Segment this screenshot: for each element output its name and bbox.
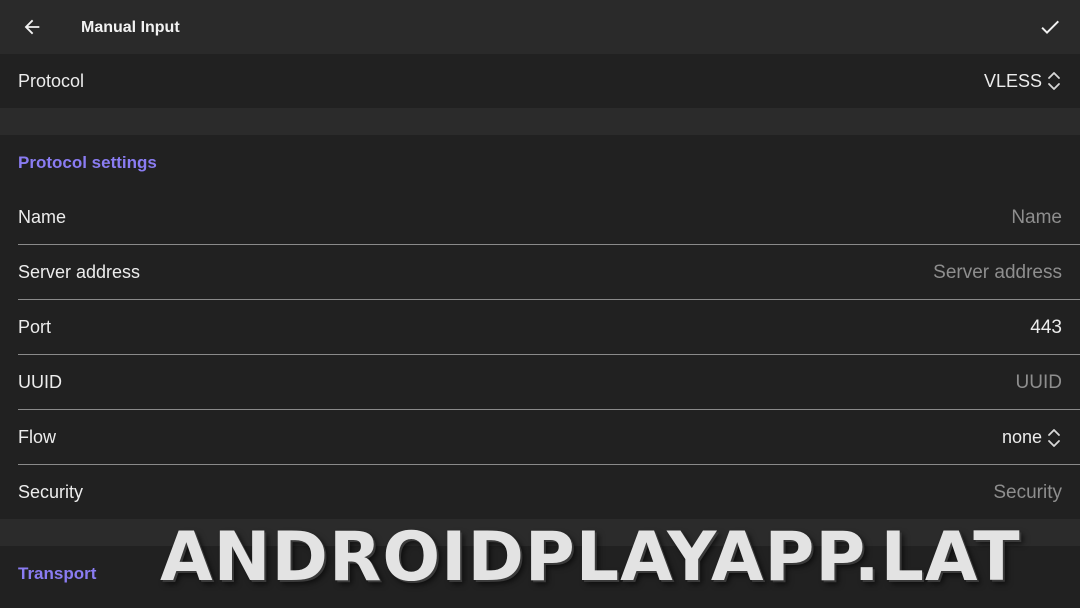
arrow-left-icon — [24, 19, 40, 35]
top-app-bar: Manual Input — [0, 0, 1080, 54]
field-label: Name — [18, 207, 67, 227]
field-label: Server address — [18, 262, 141, 282]
field-row-server-address[interactable]: Server address Server address — [0, 245, 1080, 300]
page-title: Manual Input — [81, 19, 180, 36]
field-row-security[interactable]: Security Security — [0, 465, 1080, 520]
name-input[interactable]: Name — [1011, 190, 1062, 245]
confirm-button[interactable] — [1032, 9, 1068, 45]
protocol-value: VLESS — [983, 70, 1042, 91]
field-row-uuid[interactable]: UUID UUID — [0, 355, 1080, 410]
protocol-label: Protocol — [18, 70, 85, 91]
field-label: Port — [18, 317, 52, 337]
section-spacer — [0, 108, 1080, 135]
back-button[interactable] — [14, 9, 50, 45]
uuid-input[interactable]: UUID — [1016, 355, 1062, 410]
server-address-input[interactable]: Server address — [933, 245, 1062, 300]
protocol-selector-row[interactable]: Protocol VLESS — [0, 54, 1080, 108]
check-icon — [1041, 20, 1059, 34]
field-label: Flow — [18, 427, 57, 447]
chevron-up-down-icon — [1048, 72, 1060, 90]
section-header-transport: Transport — [18, 564, 97, 583]
manual-input-screen: Manual Input Protocol VLESS Protocol set… — [0, 0, 1080, 608]
chevron-up-down-icon — [1048, 428, 1060, 447]
field-label: UUID — [18, 372, 62, 392]
flow-select[interactable]: none — [1002, 410, 1062, 465]
field-row-name[interactable]: Name Name — [0, 190, 1080, 245]
field-row-flow[interactable]: Flow none — [0, 410, 1080, 465]
field-label: Security — [18, 482, 84, 502]
flow-value: none — [1001, 427, 1042, 447]
protocol-select[interactable]: VLESS — [984, 54, 1062, 108]
port-input[interactable]: 443 — [1030, 300, 1062, 355]
section-header-protocol-settings: Protocol settings — [18, 153, 157, 172]
field-row-port[interactable]: Port 443 — [0, 300, 1080, 355]
security-input[interactable]: Security — [993, 465, 1062, 520]
protocol-settings-section: Protocol settings Name Name Server addre… — [0, 135, 1080, 519]
watermark-text: ANDROIDPLAYAPP.LAT — [160, 518, 1021, 597]
